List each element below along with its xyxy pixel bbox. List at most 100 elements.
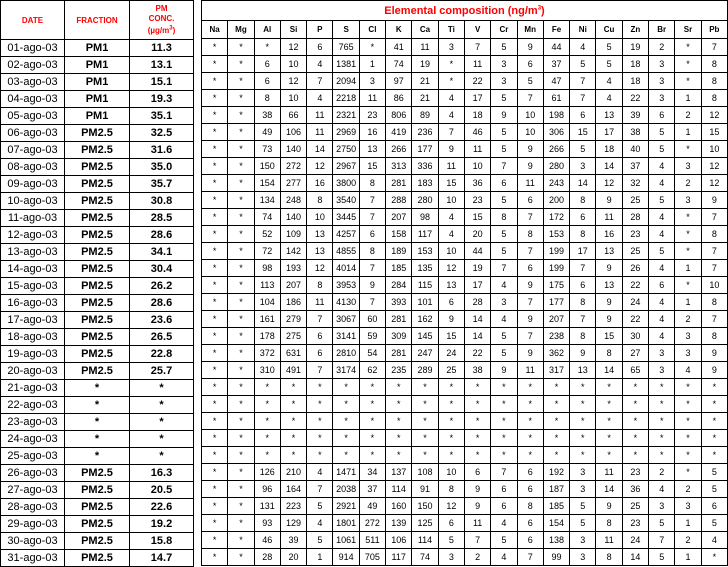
value-cell-ni: 7 bbox=[569, 89, 597, 107]
value-cell-zn: 22 bbox=[621, 276, 650, 294]
value-cell-ca: * bbox=[411, 429, 439, 447]
table-row: 19-ago-03 PM2.5 22.8 bbox=[0, 345, 194, 363]
value-cell-fe: 280 bbox=[542, 157, 571, 175]
table-row: * * 126 210 4 1471 34 137 108 10 6 7 6 192 3 11 23 2 * 5 bbox=[200, 463, 728, 481]
table-row: 12-ago-03 PM2.5 28.6 bbox=[0, 226, 194, 244]
value-cell-ti: 6 bbox=[437, 293, 465, 311]
value-cell-ni: 6 bbox=[569, 208, 597, 226]
value-cell-cr: * bbox=[490, 429, 518, 447]
value-cell-al: 8 bbox=[253, 89, 281, 107]
value-cell-ni: 5 bbox=[569, 140, 597, 158]
value-cell-v: 22 bbox=[463, 72, 492, 90]
value-cell-cr: 3 bbox=[490, 55, 518, 73]
table-row: * * 38 66 11 2321 23 806 89 4 18 9 10 198 6 13 39 6 2 12 bbox=[200, 106, 728, 124]
value-cell-mn: 11 bbox=[516, 174, 544, 192]
value-cell-mg: * bbox=[227, 157, 255, 175]
value-cell-s: 4855 bbox=[332, 242, 360, 260]
value-cell-sr: 1 bbox=[674, 548, 702, 566]
value-cell-zn: 28 bbox=[621, 208, 650, 226]
date-cell: 02-ago-03 bbox=[0, 56, 65, 74]
value-cell-s: 1471 bbox=[332, 463, 360, 481]
fraction-cell: PM2.5 bbox=[64, 515, 130, 533]
value-cell-ni: 9 bbox=[569, 344, 597, 362]
value-cell-ti: 8 bbox=[437, 480, 465, 498]
value-cell-v: 6 bbox=[463, 463, 492, 481]
value-cell-v: 11 bbox=[463, 514, 492, 532]
value-cell-pb: 5 bbox=[700, 463, 728, 481]
table-row: * * * * * * * * * * * * * * * * * * * * bbox=[200, 395, 728, 413]
value-cell-al: * bbox=[253, 446, 281, 464]
value-cell-na: * bbox=[200, 191, 229, 209]
value-cell-ni: 13 bbox=[569, 361, 597, 379]
value-cell-s: 1801 bbox=[332, 514, 360, 532]
table-row: 16-ago-03 PM2.5 28.6 bbox=[0, 294, 194, 312]
value-cell-ca: * bbox=[411, 412, 439, 430]
value-cell-k: 74 bbox=[385, 55, 413, 73]
table-row: * * 178 275 6 3141 59 309 145 15 14 5 7 238 8 15 30 4 3 8 bbox=[200, 327, 728, 345]
value-cell-ca: 125 bbox=[411, 514, 439, 532]
value-cell-sr: 1 bbox=[674, 259, 702, 277]
value-cell-ca: 101 bbox=[411, 293, 439, 311]
value-cell-br: 5 bbox=[648, 140, 676, 158]
table-row: 14-ago-03 PM2.5 30.4 bbox=[0, 260, 194, 278]
value-cell-p: 5 bbox=[306, 497, 334, 515]
value-cell-sr: 2 bbox=[674, 531, 702, 549]
value-cell-mn: 8 bbox=[516, 225, 544, 243]
value-cell-zn: 32 bbox=[621, 174, 650, 192]
value-cell-al: 154 bbox=[253, 174, 281, 192]
value-cell-ca: 19 bbox=[411, 55, 439, 73]
value-cell-pb: 15 bbox=[700, 123, 728, 141]
value-cell-mg: * bbox=[227, 395, 255, 413]
value-cell-k: * bbox=[385, 446, 413, 464]
value-cell-cl: * bbox=[358, 395, 387, 413]
value-cell-cr: 4 bbox=[490, 276, 518, 294]
value-cell-si: * bbox=[279, 446, 308, 464]
table-row: 13-ago-03 PM2.5 34.1 bbox=[0, 243, 194, 261]
value-cell-cu: 15 bbox=[595, 327, 623, 345]
value-cell-v: 20 bbox=[463, 225, 492, 243]
value-cell-v: 11 bbox=[463, 140, 492, 158]
value-cell-v: 14 bbox=[463, 327, 492, 345]
value-cell-cr: * bbox=[490, 446, 518, 464]
value-cell-mg: * bbox=[227, 72, 255, 90]
element-header-row: Na Mg Al Si P S Cl K Ca Ti V Cr Mn Fe Ni Cu Zn Br Sr Pb bbox=[200, 20, 728, 39]
value-cell-mg: * bbox=[227, 480, 255, 498]
value-cell-s: 914 bbox=[332, 548, 360, 566]
value-cell-na: * bbox=[200, 123, 229, 141]
value-cell-mg: * bbox=[227, 123, 255, 141]
table-row: 04-ago-03 PM1 19.3 bbox=[0, 90, 194, 108]
fraction-cell: * bbox=[64, 447, 130, 465]
value-cell-cu: * bbox=[595, 378, 623, 396]
value-cell-mn: 9 bbox=[516, 310, 544, 328]
value-cell-mn: * bbox=[516, 446, 544, 464]
value-cell-ni: 7 bbox=[569, 259, 597, 277]
value-cell-cr: * bbox=[490, 395, 518, 413]
date-cell: 26-ago-03 bbox=[0, 464, 65, 482]
value-cell-zn: 24 bbox=[621, 293, 650, 311]
value-cell-al: 150 bbox=[253, 157, 281, 175]
value-cell-k: 281 bbox=[385, 174, 413, 192]
value-cell-al: 6 bbox=[253, 72, 281, 90]
table-row: * * 96 164 7 2038 37 114 91 8 9 6 6 187 3 14 36 4 2 5 bbox=[200, 480, 728, 498]
value-cell-v: 9 bbox=[463, 497, 492, 515]
fraction-cell: PM1 bbox=[64, 73, 130, 91]
value-cell-ni: 3 bbox=[569, 463, 597, 481]
value-cell-ni: * bbox=[569, 412, 597, 430]
value-cell-zn: 65 bbox=[621, 361, 650, 379]
pm-conc-cell: 26.5 bbox=[129, 328, 194, 346]
table-row: 09-ago-03 PM2.5 35.7 bbox=[0, 175, 194, 193]
value-cell-s: 3174 bbox=[332, 361, 360, 379]
element-header-fe: Fe bbox=[542, 20, 571, 39]
value-cell-br: 4 bbox=[648, 157, 676, 175]
date-cell: 09-ago-03 bbox=[0, 175, 65, 193]
table-row: 25-ago-03 * * bbox=[0, 447, 194, 465]
value-cell-ti: 9 bbox=[437, 140, 465, 158]
value-cell-fe: 153 bbox=[542, 225, 571, 243]
value-cell-cu: 14 bbox=[595, 361, 623, 379]
value-cell-ca: 280 bbox=[411, 191, 439, 209]
fraction-cell: PM2.5 bbox=[64, 226, 130, 244]
pm-conc-cell: 20.5 bbox=[129, 481, 194, 499]
value-cell-ti: 7 bbox=[437, 123, 465, 141]
value-cell-v: 28 bbox=[463, 293, 492, 311]
value-cell-s: 2038 bbox=[332, 480, 360, 498]
